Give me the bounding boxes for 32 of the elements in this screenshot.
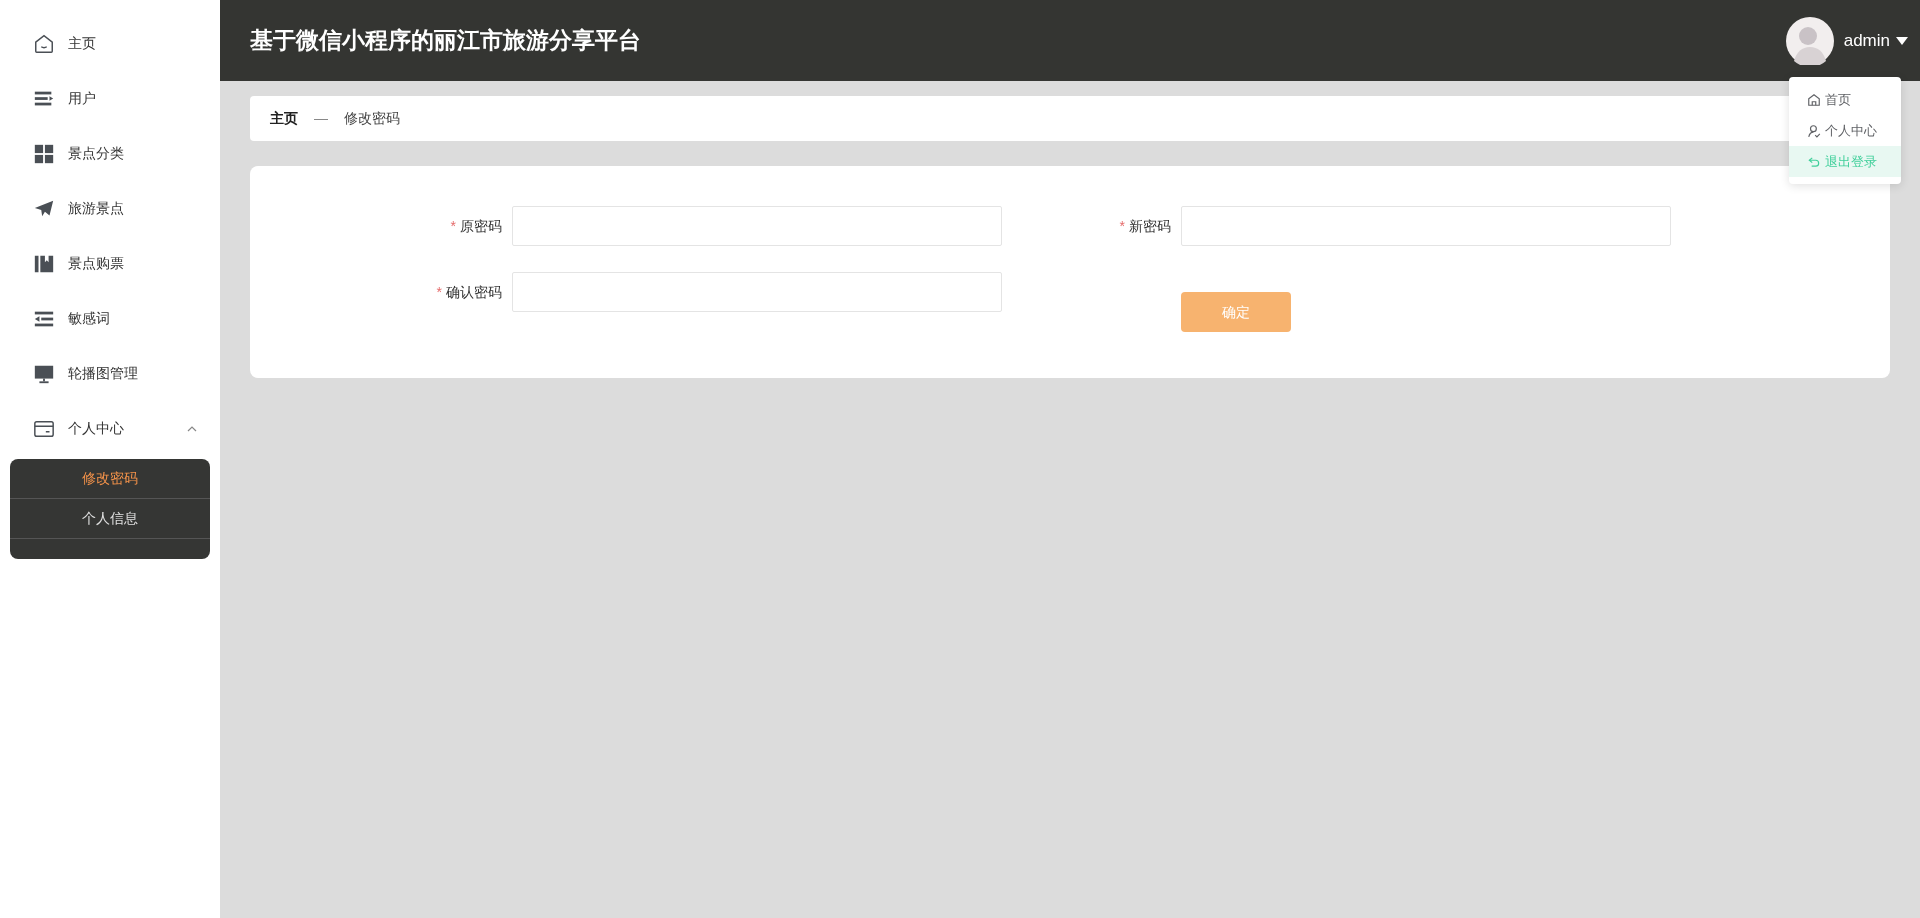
dropdown-item[interactable]: 个人中心: [1789, 115, 1901, 146]
required-mark: *: [450, 216, 456, 236]
caret-icon: [1896, 35, 1908, 46]
grid-icon: [33, 142, 55, 165]
field-label: 确认密码: [446, 282, 502, 302]
sidebar-item[interactable]: 景点分类: [0, 126, 220, 181]
required-mark: *: [1119, 216, 1125, 236]
sidebar-item[interactable]: 景点购票: [0, 236, 220, 291]
sidebar-item[interactable]: 轮播图管理: [0, 346, 220, 401]
sidebar-item[interactable]: 用户: [0, 71, 220, 126]
avatar[interactable]: [1785, 16, 1834, 65]
field-label: 原密码: [460, 216, 502, 236]
sidebar-item[interactable]: 个人中心: [0, 401, 220, 456]
password-field[interactable]: [512, 206, 1002, 246]
password-field[interactable]: [1181, 206, 1671, 246]
home-icon: [33, 32, 55, 55]
breadcrumb-current: 修改密码: [344, 109, 400, 128]
required-mark: *: [436, 282, 442, 302]
breadcrumb-link[interactable]: 主页: [270, 108, 298, 129]
sidebar-item[interactable]: 敏感词: [0, 291, 220, 346]
field-label: 新密码: [1129, 216, 1171, 236]
user-menu-button[interactable]: admin: [1843, 27, 1908, 54]
dropdown-item[interactable]: 首页: [1789, 84, 1901, 115]
user-icon: [1807, 123, 1821, 138]
home-icon: [1807, 92, 1821, 107]
sidebar-item[interactable]: 旅游景点: [0, 181, 220, 236]
password-field[interactable]: [512, 272, 1002, 312]
submenu-item[interactable]: 个人信息: [10, 499, 210, 539]
submenu-item[interactable]: 修改密码: [10, 459, 210, 499]
sidebar-item[interactable]: 主页: [0, 16, 220, 71]
site-title: 基于微信小程序的丽江市旅游分享平台: [250, 26, 641, 56]
breadcrumb-separator: —: [314, 109, 328, 128]
